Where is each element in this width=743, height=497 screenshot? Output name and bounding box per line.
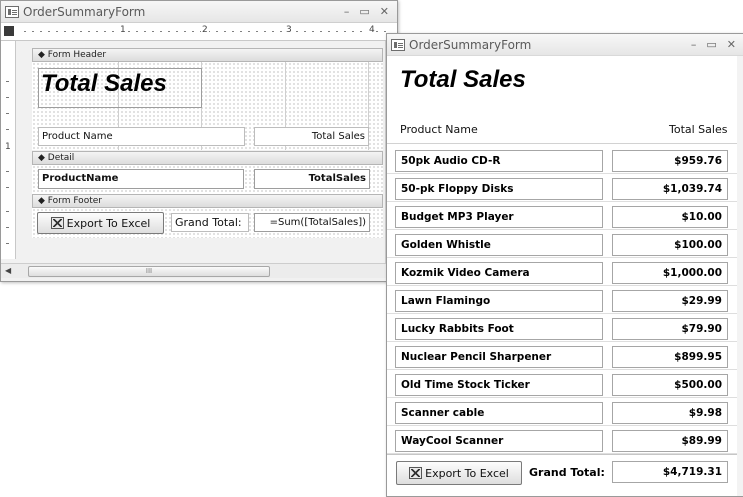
form-footer: Export To Excel Grand Total: $4,719.31 [387, 454, 743, 496]
total-sales-field[interactable]: $959.76 [612, 150, 728, 172]
section-arrow-icon: ◆ [38, 50, 48, 60]
table-row: 50pk Audio CD-R $959.76 [387, 146, 743, 174]
form-header-section-bar[interactable]: ◆ Form Header [32, 48, 383, 62]
total-sales-field[interactable]: $899.95 [612, 346, 728, 368]
excel-icon [50, 217, 64, 229]
total-sales-textbox[interactable]: TotalSales [254, 169, 370, 189]
product-name-field[interactable]: Kozmik Video Camera [395, 262, 603, 284]
scroll-thumb[interactable]: III [28, 266, 270, 277]
excel-icon [409, 467, 423, 479]
table-row: 50-pk Floppy Disks $1,039.74 [387, 174, 743, 202]
vertical-ruler: 1 [1, 41, 16, 259]
grand-total-value[interactable]: $4,719.31 [612, 461, 728, 483]
section-arrow-icon: ◆ [38, 196, 48, 206]
design-title-bar[interactable]: OrderSummaryForm – ▭ ✕ [1, 1, 397, 23]
ruler-number: 2 [201, 25, 209, 35]
total-sales-field[interactable]: $100.00 [612, 234, 728, 256]
product-name-field[interactable]: WayCool Scanner [395, 430, 603, 452]
table-row: Budget MP3 Player $10.00 [387, 202, 743, 230]
table-row: Old Time Stock Ticker $500.00 [387, 370, 743, 398]
ruler-number: 4 [368, 25, 376, 35]
product-name-textbox[interactable]: ProductName [38, 169, 244, 189]
design-export-label: Export To Excel [66, 216, 151, 230]
table-row: Lucky Rabbits Foot $79.90 [387, 314, 743, 342]
detail-label: Detail [47, 153, 75, 163]
product-name-field[interactable]: Lawn Flamingo [395, 290, 603, 312]
total-sales-field[interactable]: $79.90 [612, 318, 728, 340]
vertical-ruler-number: 1 [5, 142, 11, 152]
product-name-field[interactable]: Golden Whistle [395, 234, 603, 256]
design-horizontal-scrollbar[interactable]: ◀ III [1, 263, 397, 278]
total-sales-field[interactable]: $29.99 [612, 290, 728, 312]
total-sales-header-label[interactable]: Total Sales [254, 127, 369, 146]
form-page-title: Total Sales [400, 66, 526, 93]
product-name-field[interactable]: 50-pk Floppy Disks [395, 178, 603, 200]
close-button[interactable]: ✕ [380, 5, 389, 18]
horizontal-ruler: 1 2 3 4 [1, 23, 397, 41]
detail-section-bar[interactable]: ◆ Detail [32, 151, 383, 165]
design-window-title: OrderSummaryForm [23, 4, 146, 19]
form-view-window: OrderSummaryForm – ▭ ✕ Total Sales Produ… [386, 33, 743, 497]
restore-button[interactable]: ▭ [706, 38, 716, 51]
ruler-number: 3 [285, 25, 293, 35]
design-grand-total-label[interactable]: Grand Total: [171, 213, 249, 232]
product-name-column-header: Product Name [400, 123, 478, 136]
design-view-window: OrderSummaryForm – ▭ ✕ 1 2 3 4 1 ◆ Form … [0, 0, 398, 282]
table-row: Kozmik Video Camera $1,000.00 [387, 258, 743, 286]
product-name-header-label[interactable]: Product Name [38, 127, 245, 146]
product-name-field[interactable]: Nuclear Pencil Sharpener [395, 346, 603, 368]
form-footer-label: Form Footer [47, 196, 102, 206]
total-sales-field[interactable]: $1,000.00 [612, 262, 728, 284]
minimize-button[interactable]: – [691, 38, 697, 51]
minimize-button[interactable]: – [344, 5, 350, 18]
form-footer-section-bar[interactable]: ◆ Form Footer [32, 194, 383, 208]
table-row: Lawn Flamingo $29.99 [387, 286, 743, 314]
table-row: Golden Whistle $100.00 [387, 230, 743, 258]
restore-button[interactable]: ▭ [359, 5, 369, 18]
scroll-left-arrow-icon[interactable]: ◀ [5, 266, 11, 275]
form-header-label: Form Header [47, 50, 107, 60]
table-row: Nuclear Pencil Sharpener $899.95 [387, 342, 743, 370]
product-name-field[interactable]: Scanner cable [395, 402, 603, 424]
design-export-to-excel-button[interactable]: Export To Excel [37, 212, 164, 234]
total-sales-column-header: Total Sales [669, 123, 728, 136]
total-sales-field[interactable]: $1,039.74 [612, 178, 728, 200]
form-vertical-scrollbar[interactable] [737, 56, 743, 496]
grand-total-label: Grand Total: [529, 466, 605, 479]
table-row: Scanner cable $9.98 [387, 398, 743, 426]
section-arrow-icon: ◆ [38, 153, 48, 163]
export-button-label: Export To Excel [425, 466, 509, 480]
scroll-thumb-grip: III [145, 267, 153, 275]
form-window-title: OrderSummaryForm [409, 37, 532, 52]
table-row: WayCool Scanner $89.99 [387, 426, 743, 454]
total-sales-field[interactable]: $10.00 [612, 206, 728, 228]
export-to-excel-button[interactable]: Export To Excel [396, 461, 522, 485]
product-name-field[interactable]: 50pk Audio CD-R [395, 150, 603, 172]
ruler-number: 1 [119, 25, 127, 35]
product-name-field[interactable]: Lucky Rabbits Foot [395, 318, 603, 340]
form-title-bar[interactable]: OrderSummaryForm – ▭ ✕ [387, 34, 743, 56]
form-icon [5, 5, 19, 18]
form-icon [391, 38, 405, 51]
total-sales-field[interactable]: $89.99 [612, 430, 728, 452]
product-name-field[interactable]: Budget MP3 Player [395, 206, 603, 228]
form-selector[interactable] [4, 26, 14, 36]
product-name-field[interactable]: Old Time Stock Ticker [395, 374, 603, 396]
design-title-label[interactable]: Total Sales [41, 70, 167, 98]
total-sales-field[interactable]: $9.98 [612, 402, 728, 424]
close-button[interactable]: ✕ [727, 38, 736, 51]
grand-total-expression-box[interactable]: =Sum([TotalSales]) [254, 213, 370, 232]
total-sales-field[interactable]: $500.00 [612, 374, 728, 396]
header-divider [387, 143, 743, 144]
